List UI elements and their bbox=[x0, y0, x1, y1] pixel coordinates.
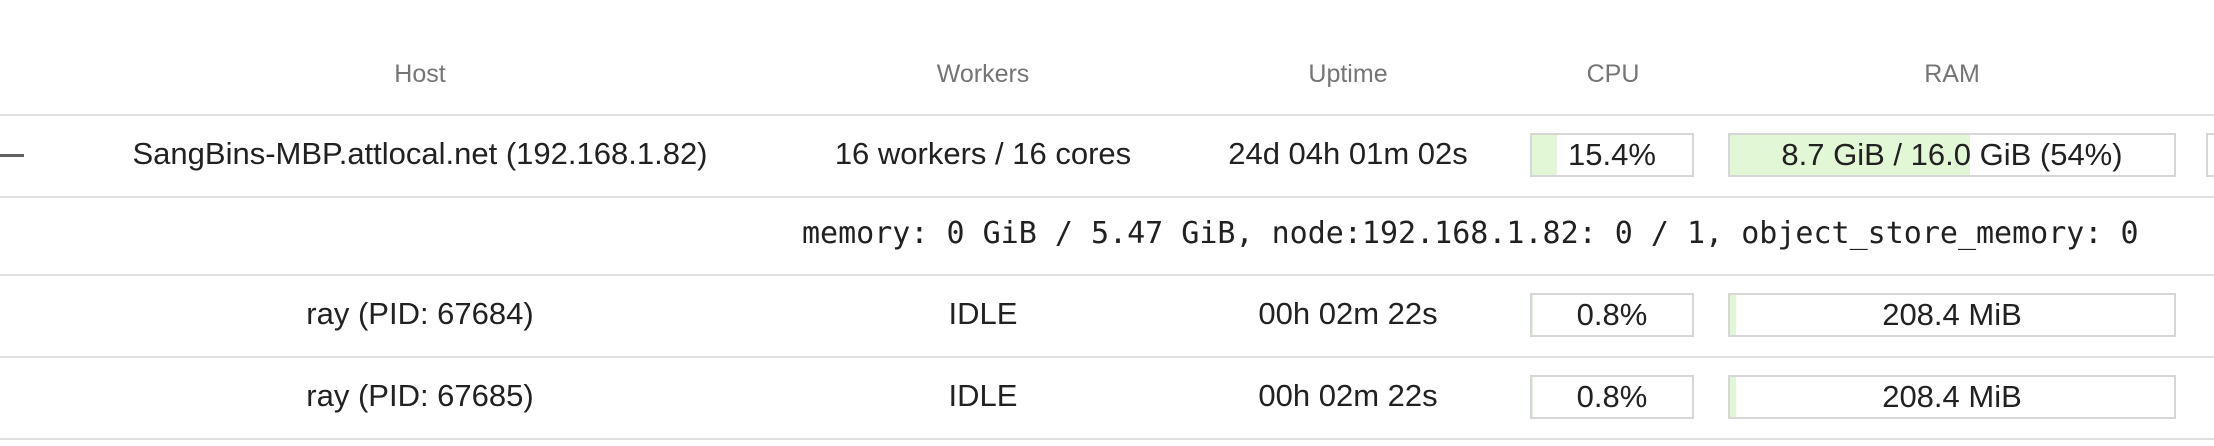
column-header-cpu[interactable]: CPU bbox=[1587, 60, 1640, 89]
worker-uptime: 00h 02m 22s bbox=[1258, 296, 1438, 331]
column-header-host[interactable]: Host bbox=[394, 60, 445, 89]
worker-ram-label: 208.4 MiB bbox=[1882, 379, 2022, 414]
worker-uptime: 00h 02m 22s bbox=[1258, 378, 1438, 413]
worker-row[interactable]: ray (PID: 67684) IDLE 00h 02m 22s 0.8% 2… bbox=[0, 276, 2214, 358]
table-header: Host Workers Uptime CPU RAM bbox=[0, 36, 2214, 116]
worker-status: IDLE bbox=[948, 296, 1018, 331]
worker-ram-label: 208.4 MiB bbox=[1882, 297, 2022, 332]
node-resources-text: memory: 0 GiB / 5.47 GiB, node:192.168.1… bbox=[802, 216, 2139, 251]
worker-ram-bar: 208.4 MiB bbox=[1728, 293, 2176, 337]
node-row[interactable]: SangBins-MBP.attlocal.net (192.168.1.82)… bbox=[0, 116, 2214, 198]
node-extra-bar bbox=[2206, 133, 2214, 177]
worker-cpu-bar: 0.8% bbox=[1530, 375, 1694, 419]
node-resources-row: memory: 0 GiB / 5.47 GiB, node:192.168.1… bbox=[0, 198, 2214, 276]
node-workers: 16 workers / 16 cores bbox=[834, 136, 1132, 171]
node-cpu-bar: 15.4% bbox=[1530, 133, 1694, 177]
worker-host: ray (PID: 67684) bbox=[306, 296, 534, 331]
worker-row[interactable]: ray (PID: 67685) IDLE 00h 02m 22s 0.8% 2… bbox=[0, 358, 2214, 440]
node-ram-bar: 8.7 GiB / 16.0 GiB (54%) bbox=[1728, 133, 2176, 177]
worker-cpu-bar: 0.8% bbox=[1530, 293, 1694, 337]
node-uptime: 24d 04h 01m 02s bbox=[1228, 136, 1468, 171]
node-ram-label: 8.7 GiB / 16.0 GiB (54%) bbox=[1781, 137, 2123, 172]
worker-ram-bar: 208.4 MiB bbox=[1728, 375, 2176, 419]
worker-status: IDLE bbox=[948, 378, 1018, 413]
column-header-ram[interactable]: RAM bbox=[1924, 60, 1980, 89]
minus-icon[interactable] bbox=[0, 154, 24, 157]
node-table: Host Workers Uptime CPU RAM SangBins-MBP… bbox=[0, 0, 2214, 446]
node-host: SangBins-MBP.attlocal.net (192.168.1.82) bbox=[132, 136, 708, 171]
column-header-uptime[interactable]: Uptime bbox=[1308, 60, 1387, 89]
column-header-workers[interactable]: Workers bbox=[937, 60, 1030, 89]
worker-host: ray (PID: 67685) bbox=[306, 378, 534, 413]
worker-cpu-label: 0.8% bbox=[1576, 379, 1648, 414]
worker-cpu-label: 0.8% bbox=[1576, 297, 1648, 332]
node-cpu-label: 15.4% bbox=[1568, 137, 1656, 172]
